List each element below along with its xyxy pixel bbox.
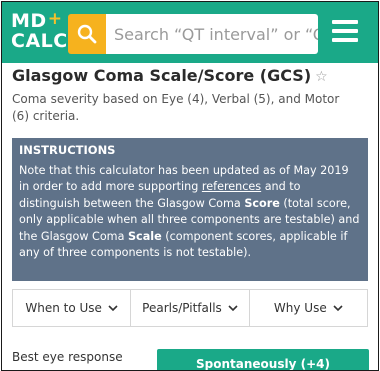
search-button[interactable] <box>68 14 106 54</box>
page-title: Glasgow Coma Scale/Score (GCS) ☆ <box>12 66 352 85</box>
tab-label: Why Use <box>273 301 327 315</box>
logo-plus: + <box>47 9 63 29</box>
logo-text-md: MD <box>11 10 47 32</box>
tab-pearls-pitfalls[interactable]: Pearls/Pitfalls <box>131 290 250 326</box>
best-eye-response-label: Best eye response <box>12 350 123 364</box>
hamburger-menu-icon[interactable] <box>332 20 358 44</box>
eye-option-spontaneously-button[interactable]: Spontaneously (+4) <box>157 349 369 370</box>
search-icon <box>77 24 97 44</box>
scale-bold-text: Scale <box>128 229 162 243</box>
search-input[interactable] <box>106 14 318 54</box>
chevron-down-icon <box>333 304 343 311</box>
tab-why-use[interactable]: Why Use <box>250 290 367 326</box>
tab-when-to-use[interactable]: When to Use <box>13 290 132 326</box>
logo-text-calc: CALC <box>11 30 68 52</box>
instructions-panel: INSTRUCTIONS Note that this calculator h… <box>12 138 368 281</box>
instructions-heading: INSTRUCTIONS <box>19 143 116 157</box>
calculator-subtitle: Coma severity based on Eye (4), Verbal (… <box>12 92 340 123</box>
references-link[interactable]: references <box>202 180 261 193</box>
calculator-title: Glasgow Coma Scale/Score (GCS) <box>12 66 312 85</box>
top-navigation-bar: MD+ CALC <box>2 2 378 63</box>
app-window: MD+ CALC Glasgow Coma Scale/Score (GCS)☆… <box>1 1 379 371</box>
score-bold-text: Score <box>244 196 280 210</box>
tab-label: When to Use <box>25 301 102 315</box>
mdcalc-logo[interactable]: MD+ CALC <box>11 9 69 56</box>
info-tabs: When to Use Pearls/Pitfalls Why Use <box>12 289 368 327</box>
chevron-down-icon <box>228 304 238 311</box>
tab-label: Pearls/Pitfalls <box>142 301 222 315</box>
chevron-down-icon <box>108 304 118 311</box>
star-outline-icon[interactable]: ☆ <box>315 69 328 85</box>
instructions-text: Note that this calculator has been updat… <box>19 163 361 262</box>
